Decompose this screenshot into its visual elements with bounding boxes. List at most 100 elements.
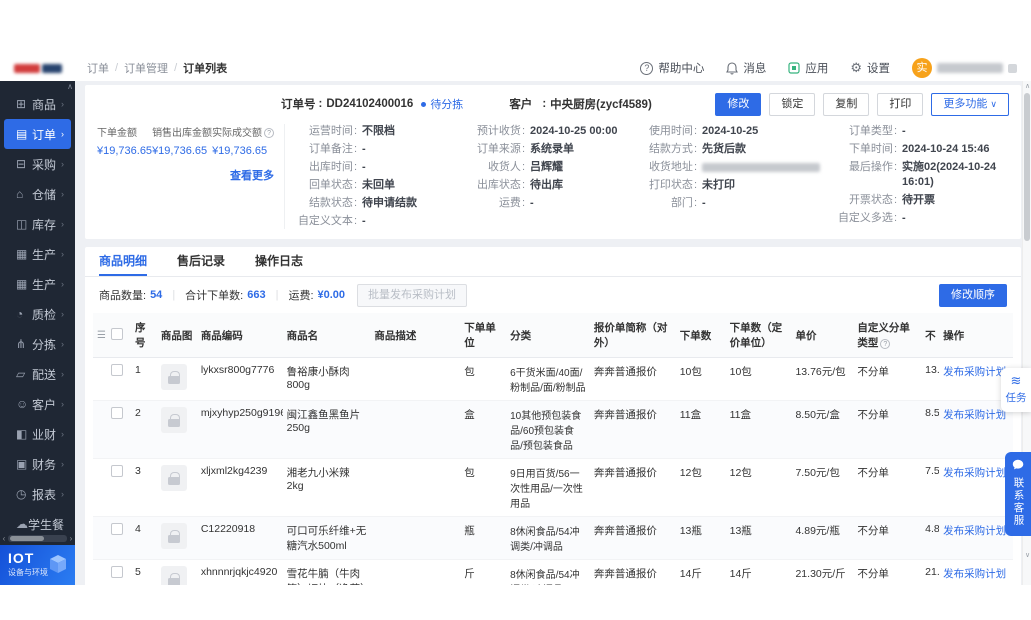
modify-sequence-button[interactable]: 修改顺序: [939, 283, 1007, 307]
scrollbar-thumb[interactable]: [1024, 93, 1030, 241]
topbar-menu: ? 帮助中心 消息 应用 ⚙ 设置 实: [640, 58, 1031, 78]
product-image-placeholder[interactable]: [160, 523, 187, 549]
app-logo[interactable]: [0, 55, 75, 81]
table-row: 3 xljxml2kg4239 湘老九小米辣2kg 包 9日用百货/56一次性用…: [93, 459, 1013, 517]
customer-service-label: 联系客服: [1012, 477, 1025, 527]
info-field: 运费 -: [465, 196, 637, 211]
sidebar-item[interactable]: ▣ 财务 ›: [4, 449, 71, 479]
publish-purchase-plan-link[interactable]: 发布采购计划: [943, 467, 1006, 479]
publish-purchase-plan-link[interactable]: 发布采购计划: [943, 525, 1006, 537]
sidebar-item-icon: ◧: [16, 427, 28, 441]
cell-order-unit: 包: [464, 366, 475, 378]
scroll-left-icon[interactable]: ‹: [0, 534, 8, 543]
info-field: 出库时间 -: [297, 160, 465, 175]
detail-tab[interactable]: 操作日志: [255, 247, 303, 276]
cell-category: 6干货米面/40面/粉制品/面/粉制品: [510, 368, 586, 394]
sidebar-item[interactable]: ◷ 报表 ›: [4, 479, 71, 509]
scroll-down-icon[interactable]: ∨: [1023, 551, 1031, 559]
help-center-button[interactable]: ? 帮助中心: [640, 60, 704, 76]
product-image-placeholder[interactable]: [160, 407, 187, 433]
publish-purchase-plan-link[interactable]: 发布采购计划: [943, 409, 1006, 421]
apps-button[interactable]: 应用: [788, 60, 828, 76]
iot-panel[interactable]: IOT 设备与环境: [0, 545, 75, 585]
sidebar-item[interactable]: ▦ 生产 ›: [4, 269, 71, 299]
info-field-value: 待申请结款: [362, 197, 417, 209]
colon: :: [542, 98, 547, 110]
row-checkbox[interactable]: [110, 566, 123, 578]
view-more-link[interactable]: 查看更多: [97, 167, 274, 183]
print-button[interactable]: 打印: [877, 92, 924, 116]
lock-button[interactable]: 锁定: [769, 92, 816, 116]
help-icon[interactable]: ?: [880, 339, 891, 349]
sidebar-item[interactable]: ▤ 订单 ›: [4, 119, 71, 149]
user-account[interactable]: 实: [912, 58, 1017, 78]
breadcrumb-item[interactable]: 订单管理: [124, 60, 168, 76]
product-image-placeholder[interactable]: [160, 364, 187, 390]
sidebar-item[interactable]: ⌂ 仓储 ›: [4, 179, 71, 209]
detail-tab[interactable]: 售后记录: [177, 247, 225, 276]
info-field-label: 结款方式: [637, 142, 697, 157]
column-settings-icon[interactable]: ☰: [97, 330, 106, 341]
chevron-right-icon: ›: [61, 219, 64, 229]
row-checkbox[interactable]: [110, 523, 123, 535]
more-actions-button[interactable]: 更多功能 ∨: [931, 92, 1009, 116]
info-field-label: 出库时间: [297, 160, 357, 175]
row-checkbox[interactable]: [110, 465, 123, 477]
more-actions-label: 更多功能: [943, 97, 988, 110]
row-checkbox[interactable]: [110, 364, 123, 376]
cell-quote-name: 奔奔普通报价: [593, 409, 657, 421]
customer-service-floating-tab[interactable]: 联系客服: [1005, 452, 1031, 536]
settings-button[interactable]: ⚙ 设置: [850, 60, 890, 76]
help-icon[interactable]: ?: [264, 128, 275, 138]
sidebar-item[interactable]: ☺ 客户 ›: [4, 389, 71, 419]
total-qty-label: 合计下单数:: [185, 290, 244, 302]
row-checkbox[interactable]: [110, 407, 123, 419]
item-count-value: 54: [150, 289, 163, 301]
chevron-right-icon: ›: [61, 159, 64, 169]
sidebar-item[interactable]: ◔ 质检 ›: [4, 299, 71, 329]
product-image-placeholder[interactable]: [160, 465, 187, 491]
header-qty: 下单数: [679, 329, 712, 342]
sidebar-item[interactable]: ▱ 配送 ›: [4, 359, 71, 389]
info-field-value: -: [530, 197, 534, 209]
sidebar: ∧ ⊞ 商品 › ▤ 订单 › ⊟ 采购 › ⌂ 仓储 › ◫ 库存 › ▦ 生…: [0, 81, 75, 545]
chevron-right-icon: ›: [61, 249, 64, 259]
sidebar-scroll-up-icon[interactable]: ∧: [67, 82, 73, 91]
scroll-up-icon[interactable]: ∧: [1023, 82, 1031, 90]
sidebar-horizontal-scrollbar[interactable]: ‹ ›: [0, 533, 75, 543]
publish-purchase-plan-link[interactable]: 发布采购计划: [943, 568, 1006, 580]
cell-seq: 3: [134, 465, 141, 477]
breadcrumb-separator: /: [115, 62, 119, 74]
product-image-placeholder[interactable]: [160, 566, 187, 585]
cell-product-name: 可口可乐纤维+无糖汽水500ml: [286, 525, 367, 552]
chevron-right-icon: ›: [61, 339, 64, 349]
info-field: 自定义文本 -: [297, 214, 465, 229]
info-field: 结款方式 先货后款: [637, 142, 837, 157]
messages-button[interactable]: 消息: [726, 60, 766, 76]
select-all-checkbox[interactable]: [110, 327, 123, 340]
info-field-value: -: [902, 212, 906, 224]
batch-publish-purchase-plan-button[interactable]: 批量发布采购计划: [357, 283, 468, 307]
info-field-value: 待开票: [902, 194, 935, 206]
modify-button[interactable]: 修改: [715, 92, 762, 116]
scrollbar-thumb[interactable]: [10, 535, 44, 541]
sidebar-item[interactable]: ▦ 生产 ›: [4, 239, 71, 269]
info-field-value: 先货后款: [702, 143, 746, 155]
detail-tab[interactable]: 商品明细: [99, 247, 148, 276]
sidebar-item[interactable]: ⊟ 采购 ›: [4, 149, 71, 179]
scrollbar-track[interactable]: [8, 534, 67, 542]
task-floating-tab[interactable]: ≋ 任务: [1001, 368, 1031, 412]
cell-unit-price: 13.76元/包: [795, 366, 846, 378]
sidebar-item[interactable]: ◧ 业财 ›: [4, 419, 71, 449]
table-row: 5 xhnnnrjqkjc4920 雪花牛腩（牛肉筋）切块（净菜） 斤 8休闲食…: [93, 560, 1013, 585]
scroll-right-icon[interactable]: ›: [67, 534, 75, 543]
chat-icon: [1005, 459, 1031, 473]
copy-button[interactable]: 复制: [823, 92, 870, 116]
publish-purchase-plan-link[interactable]: 发布采购计划: [943, 366, 1006, 378]
breadcrumb-item[interactable]: 订单: [87, 60, 109, 76]
sidebar-item[interactable]: ⋔ 分拣 ›: [4, 329, 71, 359]
sidebar-item[interactable]: ◫ 库存 ›: [4, 209, 71, 239]
sidebar-item[interactable]: ⊞ 商品 ›: [4, 89, 71, 119]
order-actions: 修改 锁定 复制 打印 更多功能 ∨: [715, 92, 1009, 116]
info-field-label: 收货人: [465, 160, 525, 175]
